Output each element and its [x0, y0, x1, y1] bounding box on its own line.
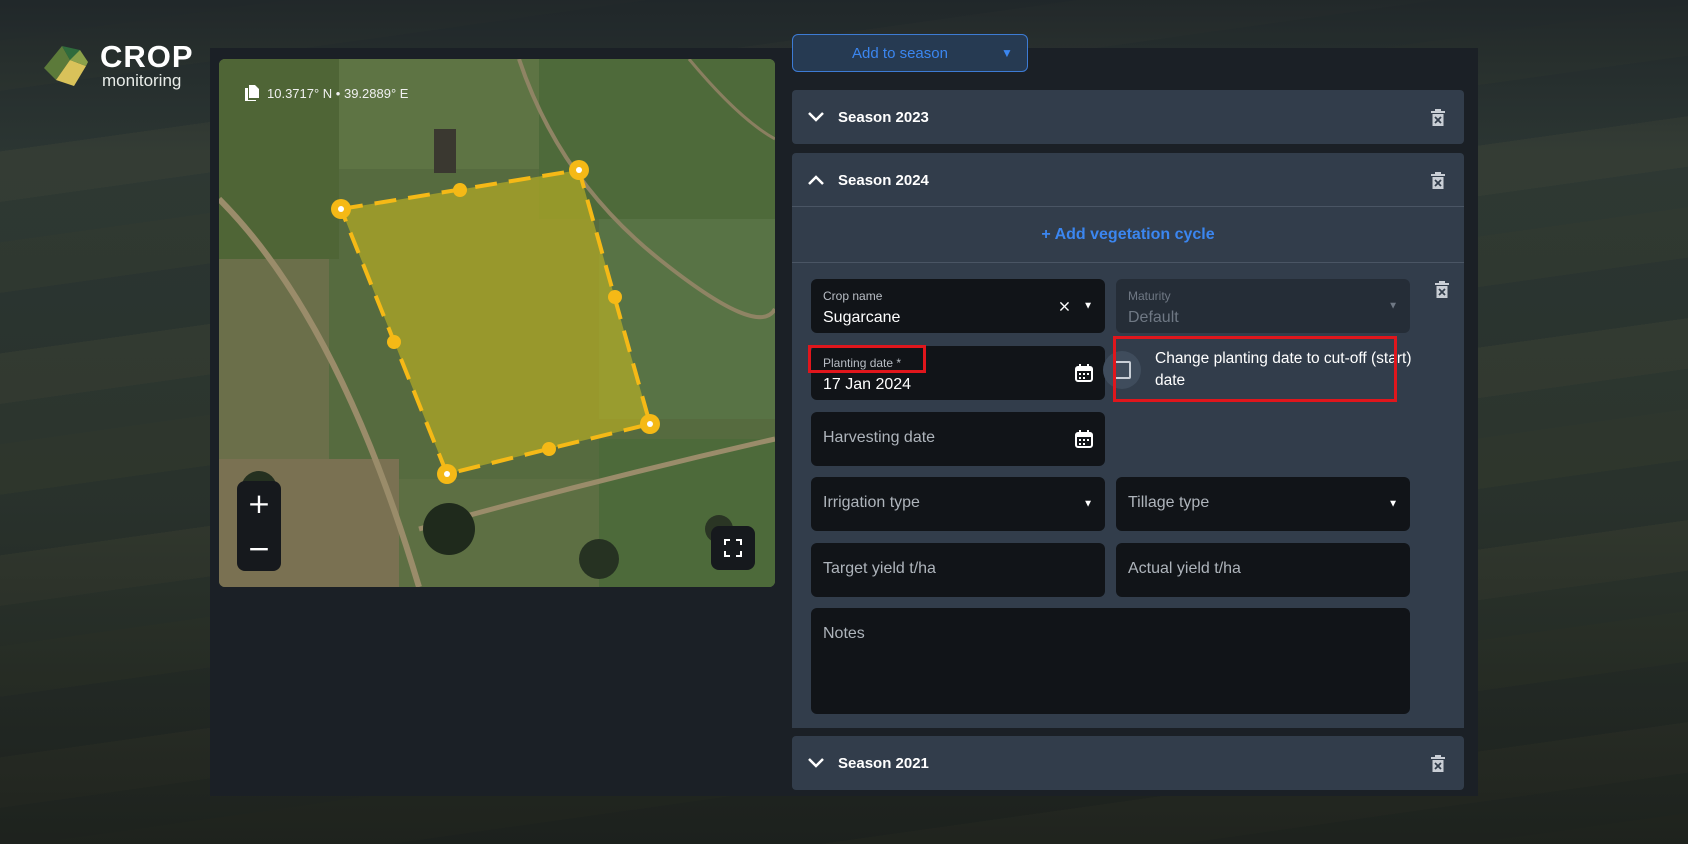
season-header-2024[interactable]: Season 2024 — [792, 153, 1464, 207]
brand-name: CROP — [100, 39, 194, 74]
add-to-season-button[interactable]: Add to season ▼ — [792, 34, 1028, 72]
crop-name-value: Sugarcane — [823, 309, 901, 326]
target-yield-placeholder: Target yield t/ha — [823, 560, 936, 577]
season-title: Season 2021 — [838, 754, 929, 772]
season-header-2021[interactable]: Season 2021 — [792, 736, 1464, 790]
dropdown-arrow-icon: ▼ — [1388, 300, 1398, 312]
cutoff-date-checkbox-row[interactable]: Change planting date to cut-off (start) … — [1103, 348, 1415, 392]
harvesting-date-placeholder: Harvesting date — [823, 429, 936, 446]
app-logo[interactable]: CROP monitoring — [40, 40, 194, 92]
crop-name-select[interactable]: Crop name Sugarcane × ▼ — [811, 279, 1105, 333]
crop-leaf-logo-icon — [44, 46, 88, 86]
target-yield-input[interactable]: Target yield t/ha — [811, 543, 1105, 597]
field-polygon[interactable] — [219, 59, 775, 587]
maturity-value: Default — [1128, 309, 1179, 326]
chevron-up-icon — [808, 170, 828, 190]
field-map[interactable]: 10.3717° N • 39.2889° E + − — [219, 59, 775, 587]
tillage-type-select[interactable]: Tillage type ▼ — [1116, 477, 1410, 531]
delete-cycle-icon[interactable] — [1432, 279, 1452, 299]
planting-date-value: 17 Jan 2024 — [823, 376, 912, 393]
planting-date-label: Planting date * — [823, 356, 902, 370]
calendar-icon[interactable] — [1075, 430, 1093, 448]
coordinates-readout: 10.3717° N • 39.2889° E — [245, 85, 408, 101]
copy-icon[interactable] — [245, 85, 259, 101]
chevron-down-icon — [808, 753, 828, 773]
zoom-in-button[interactable]: + — [237, 481, 281, 526]
brand-sub: monitoring — [102, 71, 182, 90]
fullscreen-icon — [724, 539, 742, 557]
dropdown-arrow-icon[interactable]: ▼ — [1083, 499, 1093, 510]
season-title: Season 2024 — [838, 171, 929, 189]
calendar-icon[interactable] — [1075, 364, 1093, 382]
delete-season-icon[interactable] — [1428, 107, 1448, 127]
maturity-select[interactable]: Maturity Default ▼ — [1116, 279, 1410, 333]
chevron-down-icon — [808, 107, 828, 127]
dropdown-arrow-icon[interactable]: ▼ — [1083, 301, 1093, 312]
add-vegetation-cycle-button[interactable]: + Add vegetation cycle — [792, 207, 1464, 263]
actual-yield-placeholder: Actual yield t/ha — [1128, 560, 1241, 577]
season-header-2023[interactable]: Season 2023 — [792, 90, 1464, 144]
notes-placeholder: Notes — [823, 625, 865, 642]
dropdown-arrow-icon[interactable]: ▼ — [1388, 499, 1398, 510]
delete-season-icon[interactable] — [1428, 753, 1448, 773]
season-title: Season 2023 — [838, 108, 929, 126]
maturity-label: Maturity — [1128, 289, 1171, 303]
cutoff-date-checkbox[interactable] — [1103, 351, 1141, 389]
coordinates-text: 10.3717° N • 39.2889° E — [267, 85, 409, 101]
planting-date-field[interactable]: Planting date * 17 Jan 2024 — [811, 346, 1105, 400]
irrigation-type-placeholder: Irrigation type — [823, 494, 920, 511]
season-2024-body: + Add vegetation cycle Crop name Sugarca… — [792, 206, 1464, 728]
notes-textarea[interactable]: Notes — [811, 608, 1410, 714]
irrigation-type-select[interactable]: Irrigation type ▼ — [811, 477, 1105, 531]
cutoff-date-label: Change planting date to cut-off (start) … — [1155, 350, 1412, 389]
crop-name-label: Crop name — [823, 289, 883, 303]
fullscreen-button[interactable] — [711, 526, 755, 570]
actual-yield-input[interactable]: Actual yield t/ha — [1116, 543, 1410, 597]
caret-down-icon[interactable]: ▼ — [987, 46, 1027, 60]
zoom-out-button[interactable]: − — [237, 526, 281, 571]
clear-icon[interactable]: × — [1058, 297, 1071, 316]
add-to-season-label: Add to season — [852, 44, 948, 62]
checkbox-box-icon — [1113, 361, 1131, 379]
zoom-control: + − — [237, 481, 281, 571]
delete-season-icon[interactable] — [1428, 170, 1448, 190]
tillage-type-placeholder: Tillage type — [1128, 494, 1210, 511]
harvesting-date-field[interactable]: Harvesting date — [811, 412, 1105, 466]
